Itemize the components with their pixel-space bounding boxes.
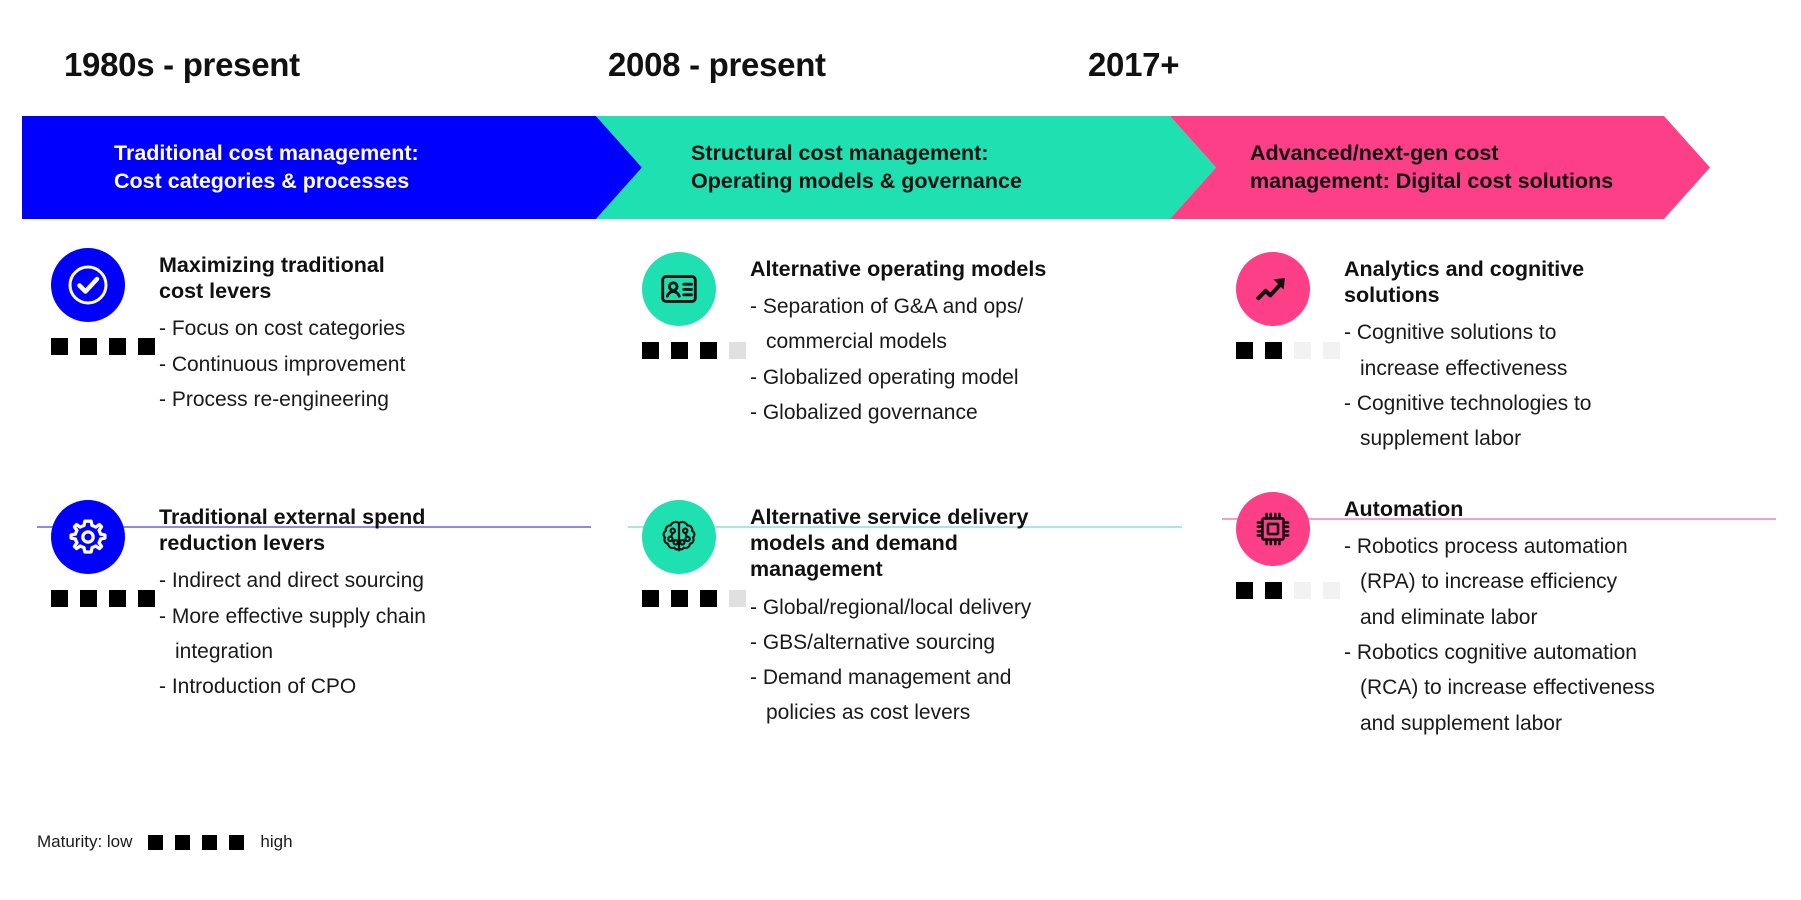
icon-column bbox=[1222, 252, 1344, 359]
list-item: - Cognitive technologies to supplement l… bbox=[1344, 391, 1592, 451]
list-item: - Robotics process automation (RPA) to i… bbox=[1344, 535, 1628, 629]
bullet-list: - Robotics process automation (RPA) to i… bbox=[1344, 529, 1655, 741]
gear-icon bbox=[51, 500, 125, 574]
trending-up-arrow-icon bbox=[1236, 252, 1310, 326]
legend-suffix-label: high bbox=[260, 832, 293, 851]
list-item: - GBS/alternative sourcing bbox=[750, 630, 996, 654]
block-c3-bottom: Automation - Robotics process automation… bbox=[1222, 492, 1792, 741]
block-body: Analytics and cognitive solutions - Cogn… bbox=[1344, 252, 1591, 457]
brain-circuit-icon bbox=[642, 500, 716, 574]
list-item: - Demand management and policies as cost… bbox=[750, 666, 1012, 725]
check-circle-icon bbox=[51, 248, 125, 322]
list-item: - Separation of G&A and ops/ commercial … bbox=[750, 295, 1024, 354]
phase-banner-structural: Structural cost management: Operating mo… bbox=[596, 116, 1216, 219]
legend-squares bbox=[148, 834, 245, 850]
block-body: Alternative operating models - Separatio… bbox=[750, 252, 1046, 430]
list-item: - Cognitive solutions to increase effect… bbox=[1344, 321, 1568, 380]
maturity-indicator-c3-bottom bbox=[1236, 582, 1344, 599]
era-label-1: 1980s - present bbox=[64, 46, 300, 83]
block-title: Analytics and cognitive solutions bbox=[1344, 257, 1585, 308]
phase-banner-label-3: Advanced/next-gen cost management: Digit… bbox=[1250, 141, 1614, 193]
block-title: Alternative service delivery models and … bbox=[750, 505, 1029, 582]
maturity-indicator-c3-top bbox=[1236, 342, 1344, 359]
timeline-arrow-band: Traditional cost management: Cost catego… bbox=[22, 116, 1710, 219]
maturity-indicator-c1-top bbox=[51, 338, 159, 355]
phase-banner-label-2: Structural cost management: Operating mo… bbox=[691, 141, 1022, 193]
phase-banner-advanced: Advanced/next-gen cost management: Digit… bbox=[1170, 116, 1710, 219]
block-c1-bottom: Traditional external spend reduction lev… bbox=[37, 500, 597, 705]
block-c2-top: Alternative operating models - Separatio… bbox=[628, 252, 1198, 430]
icon-column bbox=[1222, 492, 1344, 599]
block-c3-top: Analytics and cognitive solutions - Cogn… bbox=[1222, 252, 1792, 457]
list-item: - More effective supply chain integratio… bbox=[159, 604, 426, 663]
list-item: - Globalized operating model bbox=[750, 365, 1019, 389]
cpu-chip-icon bbox=[1236, 492, 1310, 566]
block-title: Maximizing traditional cost levers bbox=[159, 253, 385, 304]
maturity-legend: Maturity: low high bbox=[37, 832, 293, 852]
list-item: - Global/regional/local delivery bbox=[750, 595, 1032, 619]
bullet-list: - Separation of G&A and ops/ commercial … bbox=[750, 289, 1046, 430]
block-title: Automation bbox=[1344, 497, 1464, 521]
icon-column bbox=[628, 252, 750, 359]
block-body: Alternative service delivery models and … bbox=[750, 500, 1031, 731]
block-title: Alternative operating models bbox=[750, 257, 1047, 281]
list-item: - Focus on cost categories bbox=[159, 317, 406, 341]
icon-column bbox=[628, 500, 750, 607]
block-body: Traditional external spend reduction lev… bbox=[159, 500, 426, 705]
phase-banner-traditional: Traditional cost management: Cost catego… bbox=[22, 116, 642, 219]
maturity-indicator-c2-top bbox=[642, 342, 750, 359]
list-item: - Continuous improvement bbox=[159, 352, 406, 376]
block-c2-bottom: Alternative service delivery models and … bbox=[628, 500, 1198, 731]
bullet-list: - Focus on cost categories - Continuous … bbox=[159, 311, 405, 417]
phase-banner-label-1: Traditional cost management: Cost catego… bbox=[114, 141, 419, 193]
list-item: - Introduction of CPO bbox=[159, 675, 357, 699]
legend-prefix-label: Maturity: low bbox=[37, 832, 133, 851]
maturity-indicator-c1-bottom bbox=[51, 590, 159, 607]
icon-column bbox=[37, 248, 159, 355]
block-body: Automation - Robotics process automation… bbox=[1344, 492, 1655, 741]
list-item: - Globalized governance bbox=[750, 401, 978, 425]
list-item: - Indirect and direct sourcing bbox=[159, 569, 424, 593]
era-label-3: 2017+ bbox=[1088, 46, 1180, 83]
bullet-list: - Global/regional/local delivery - GBS/a… bbox=[750, 590, 1031, 731]
bullet-list: - Cognitive solutions to increase effect… bbox=[1344, 315, 1591, 456]
block-c1-top: Maximizing traditional cost levers - Foc… bbox=[37, 248, 597, 417]
block-title: Traditional external spend reduction lev… bbox=[159, 505, 426, 556]
maturity-indicator-c2-bottom bbox=[642, 590, 750, 607]
block-body: Maximizing traditional cost levers - Foc… bbox=[159, 248, 405, 417]
list-item: - Process re-engineering bbox=[159, 387, 389, 411]
icon-column bbox=[37, 500, 159, 607]
list-item: - Robotics cognitive automation (RCA) to… bbox=[1344, 641, 1655, 735]
id-card-icon bbox=[642, 252, 716, 326]
infographic-canvas: 1980s - present 2008 - present 2017+ Tra… bbox=[0, 0, 1801, 900]
era-label-2: 2008 - present bbox=[608, 46, 826, 83]
bullet-list: - Indirect and direct sourcing - More ef… bbox=[159, 563, 426, 704]
